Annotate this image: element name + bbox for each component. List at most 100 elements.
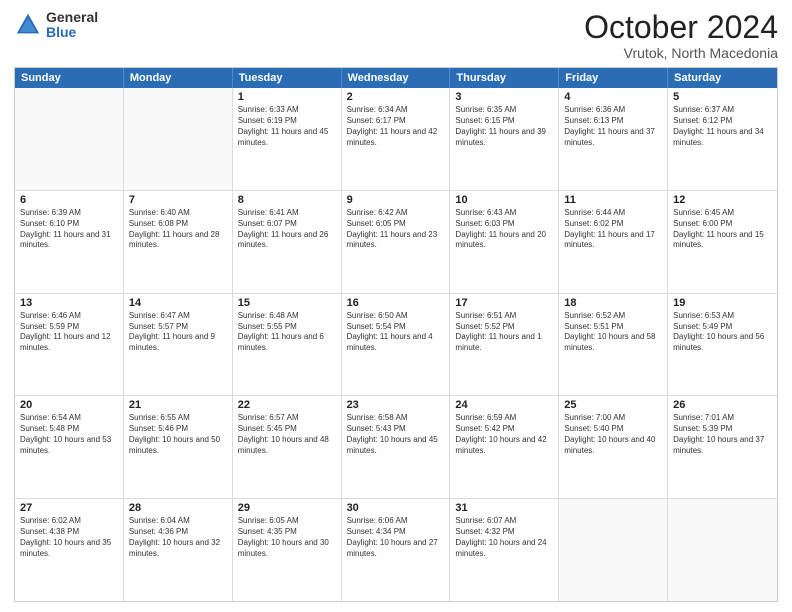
header-day-thursday: Thursday bbox=[450, 68, 559, 88]
day-number: 7 bbox=[129, 194, 227, 206]
calendar-cell: 13 Sunrise: 6:46 AM Sunset: 5:59 PM Dayli… bbox=[15, 294, 124, 396]
cell-info: Sunrise: 6:50 AM Sunset: 5:54 PM Dayligh… bbox=[347, 311, 445, 354]
calendar: SundayMondayTuesdayWednesdayThursdayFrid… bbox=[14, 67, 778, 602]
calendar-cell: 26Sunrise: 7:01 AM Sunset: 5:39 PM Dayli… bbox=[668, 396, 777, 498]
calendar-cell: 19Sunrise: 6:53 AM Sunset: 5:49 PM Dayli… bbox=[668, 294, 777, 396]
calendar-cell: 6 Sunrise: 6:39 AM Sunset: 6:10 PM Daylig… bbox=[15, 191, 124, 293]
cell-info: Sunrise: 6:44 AM Sunset: 6:02 PM Dayligh… bbox=[564, 208, 662, 251]
calendar-cell: 14 Sunrise: 6:47 AM Sunset: 5:57 PM Dayli… bbox=[124, 294, 233, 396]
header-day-sunday: Sunday bbox=[15, 68, 124, 88]
cell-info: Sunrise: 6:33 AM Sunset: 6:19 PM Dayligh… bbox=[238, 105, 336, 148]
calendar-body: 1Sunrise: 6:33 AM Sunset: 6:19 PM Daylig… bbox=[15, 88, 777, 601]
day-number: 25 bbox=[564, 399, 662, 411]
calendar-cell: 7 Sunrise: 6:40 AM Sunset: 6:08 PM Daylig… bbox=[124, 191, 233, 293]
calendar-cell bbox=[559, 499, 668, 601]
calendar-row-0: 1Sunrise: 6:33 AM Sunset: 6:19 PM Daylig… bbox=[15, 88, 777, 191]
calendar-cell bbox=[124, 88, 233, 190]
main-title: October 2024 bbox=[584, 10, 778, 45]
day-number: 15 bbox=[238, 297, 336, 309]
cell-info: Sunrise: 6:36 AM Sunset: 6:13 PM Dayligh… bbox=[564, 105, 662, 148]
cell-info: Sunrise: 6:05 AM Sunset: 4:35 PM Dayligh… bbox=[238, 516, 336, 559]
calendar-cell bbox=[668, 499, 777, 601]
subtitle: Vrutok, North Macedonia bbox=[584, 45, 778, 61]
calendar-cell bbox=[15, 88, 124, 190]
cell-info: Sunrise: 6:58 AM Sunset: 5:43 PM Dayligh… bbox=[347, 413, 445, 456]
day-number: 26 bbox=[673, 399, 772, 411]
logo-blue: Blue bbox=[46, 25, 98, 40]
cell-info: Sunrise: 6:02 AM Sunset: 4:38 PM Dayligh… bbox=[20, 516, 118, 559]
calendar-row-1: 6 Sunrise: 6:39 AM Sunset: 6:10 PM Daylig… bbox=[15, 191, 777, 294]
day-number: 27 bbox=[20, 502, 118, 514]
day-number: 2 bbox=[347, 91, 445, 103]
calendar-row-4: 27 Sunrise: 6:02 AM Sunset: 4:38 PM Dayli… bbox=[15, 499, 777, 601]
cell-info: Sunrise: 6:45 AM Sunset: 6:00 PM Dayligh… bbox=[673, 208, 772, 251]
cell-info: Sunrise: 6:43 AM Sunset: 6:03 PM Dayligh… bbox=[455, 208, 553, 251]
day-number: 9 bbox=[347, 194, 445, 206]
calendar-cell: 11 Sunrise: 6:44 AM Sunset: 6:02 PM Dayli… bbox=[559, 191, 668, 293]
calendar-cell: 22Sunrise: 6:57 AM Sunset: 5:45 PM Dayli… bbox=[233, 396, 342, 498]
day-number: 23 bbox=[347, 399, 445, 411]
header: General Blue October 2024 Vrutok, North … bbox=[14, 10, 778, 61]
day-number: 30 bbox=[347, 502, 445, 514]
logo: General Blue bbox=[14, 10, 98, 41]
calendar-cell: 21Sunrise: 6:55 AM Sunset: 5:46 PM Dayli… bbox=[124, 396, 233, 498]
cell-info: Sunrise: 6:04 AM Sunset: 4:36 PM Dayligh… bbox=[129, 516, 227, 559]
day-number: 13 bbox=[20, 297, 118, 309]
cell-info: Sunrise: 6:39 AM Sunset: 6:10 PM Dayligh… bbox=[20, 208, 118, 251]
cell-info: Sunrise: 6:46 AM Sunset: 5:59 PM Dayligh… bbox=[20, 311, 118, 354]
calendar-row-3: 20Sunrise: 6:54 AM Sunset: 5:48 PM Dayli… bbox=[15, 396, 777, 499]
calendar-cell: 27 Sunrise: 6:02 AM Sunset: 4:38 PM Dayli… bbox=[15, 499, 124, 601]
cell-info: Sunrise: 6:52 AM Sunset: 5:51 PM Dayligh… bbox=[564, 311, 662, 354]
header-day-tuesday: Tuesday bbox=[233, 68, 342, 88]
day-number: 14 bbox=[129, 297, 227, 309]
calendar-cell: 4Sunrise: 6:36 AM Sunset: 6:13 PM Daylig… bbox=[559, 88, 668, 190]
cell-info: Sunrise: 6:53 AM Sunset: 5:49 PM Dayligh… bbox=[673, 311, 772, 354]
page: General Blue October 2024 Vrutok, North … bbox=[0, 0, 792, 612]
cell-info: Sunrise: 6:47 AM Sunset: 5:57 PM Dayligh… bbox=[129, 311, 227, 354]
day-number: 3 bbox=[455, 91, 553, 103]
day-number: 8 bbox=[238, 194, 336, 206]
cell-info: Sunrise: 6:35 AM Sunset: 6:15 PM Dayligh… bbox=[455, 105, 553, 148]
calendar-cell: 31 Sunrise: 6:07 AM Sunset: 4:32 PM Dayli… bbox=[450, 499, 559, 601]
cell-info: Sunrise: 6:42 AM Sunset: 6:05 PM Dayligh… bbox=[347, 208, 445, 251]
cell-info: Sunrise: 6:48 AM Sunset: 5:55 PM Dayligh… bbox=[238, 311, 336, 354]
cell-info: Sunrise: 6:07 AM Sunset: 4:32 PM Dayligh… bbox=[455, 516, 553, 559]
calendar-cell: 23 Sunrise: 6:58 AM Sunset: 5:43 PM Dayli… bbox=[342, 396, 451, 498]
cell-info: Sunrise: 6:57 AM Sunset: 5:45 PM Dayligh… bbox=[238, 413, 336, 456]
cell-info: Sunrise: 6:54 AM Sunset: 5:48 PM Dayligh… bbox=[20, 413, 118, 456]
calendar-cell: 15 Sunrise: 6:48 AM Sunset: 5:55 PM Dayli… bbox=[233, 294, 342, 396]
cell-info: Sunrise: 6:41 AM Sunset: 6:07 PM Dayligh… bbox=[238, 208, 336, 251]
day-number: 31 bbox=[455, 502, 553, 514]
calendar-cell: 9 Sunrise: 6:42 AM Sunset: 6:05 PM Daylig… bbox=[342, 191, 451, 293]
day-number: 18 bbox=[564, 297, 662, 309]
logo-icon bbox=[14, 11, 42, 39]
header-day-monday: Monday bbox=[124, 68, 233, 88]
day-number: 11 bbox=[564, 194, 662, 206]
day-number: 17 bbox=[455, 297, 553, 309]
calendar-header: SundayMondayTuesdayWednesdayThursdayFrid… bbox=[15, 68, 777, 88]
calendar-cell: 1Sunrise: 6:33 AM Sunset: 6:19 PM Daylig… bbox=[233, 88, 342, 190]
title-area: October 2024 Vrutok, North Macedonia bbox=[584, 10, 778, 61]
calendar-cell: 17 Sunrise: 6:51 AM Sunset: 5:52 PM Dayli… bbox=[450, 294, 559, 396]
calendar-row-2: 13 Sunrise: 6:46 AM Sunset: 5:59 PM Dayli… bbox=[15, 294, 777, 397]
logo-general: General bbox=[46, 10, 98, 25]
calendar-cell: 25 Sunrise: 7:00 AM Sunset: 5:40 PM Dayli… bbox=[559, 396, 668, 498]
calendar-cell: 29 Sunrise: 6:05 AM Sunset: 4:35 PM Dayli… bbox=[233, 499, 342, 601]
cell-info: Sunrise: 6:40 AM Sunset: 6:08 PM Dayligh… bbox=[129, 208, 227, 251]
day-number: 6 bbox=[20, 194, 118, 206]
logo-text: General Blue bbox=[46, 10, 98, 41]
day-number: 28 bbox=[129, 502, 227, 514]
calendar-cell: 20Sunrise: 6:54 AM Sunset: 5:48 PM Dayli… bbox=[15, 396, 124, 498]
day-number: 29 bbox=[238, 502, 336, 514]
cell-info: Sunrise: 6:51 AM Sunset: 5:52 PM Dayligh… bbox=[455, 311, 553, 354]
cell-info: Sunrise: 6:55 AM Sunset: 5:46 PM Dayligh… bbox=[129, 413, 227, 456]
day-number: 10 bbox=[455, 194, 553, 206]
header-day-saturday: Saturday bbox=[668, 68, 777, 88]
day-number: 12 bbox=[673, 194, 772, 206]
header-day-friday: Friday bbox=[559, 68, 668, 88]
calendar-cell: 10 Sunrise: 6:43 AM Sunset: 6:03 PM Dayli… bbox=[450, 191, 559, 293]
day-number: 24 bbox=[455, 399, 553, 411]
cell-info: Sunrise: 7:00 AM Sunset: 5:40 PM Dayligh… bbox=[564, 413, 662, 456]
cell-info: Sunrise: 6:34 AM Sunset: 6:17 PM Dayligh… bbox=[347, 105, 445, 148]
calendar-cell: 24Sunrise: 6:59 AM Sunset: 5:42 PM Dayli… bbox=[450, 396, 559, 498]
